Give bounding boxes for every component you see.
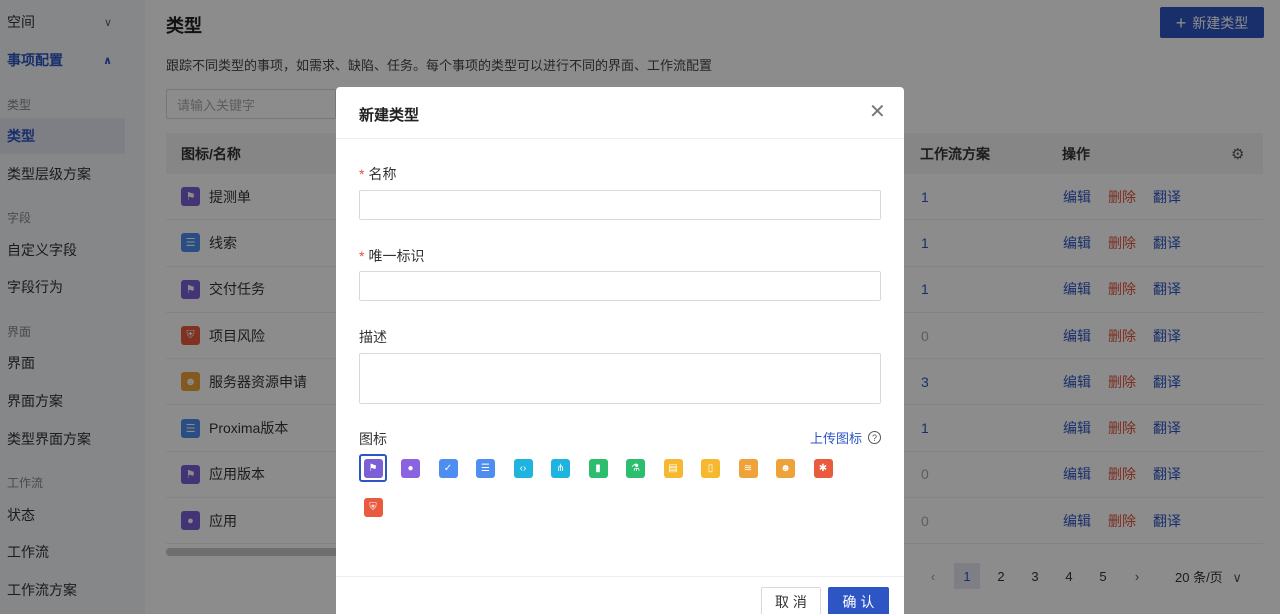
- icon-option[interactable]: ▮: [584, 454, 612, 482]
- upload-icon-link[interactable]: 上传图标 ?: [810, 428, 882, 447]
- modal-title: 新建类型: [359, 107, 420, 124]
- list-icon: ☰: [476, 458, 495, 478]
- icon-option[interactable]: ‹›: [509, 454, 537, 482]
- bug-icon: ✱: [813, 458, 833, 478]
- icon-option[interactable]: ●: [397, 454, 425, 482]
- close-icon[interactable]: ✕: [869, 102, 886, 122]
- flask-icon: ⚗: [626, 458, 645, 478]
- tree-icon: ⋔: [551, 458, 570, 478]
- upload-icon-label: 上传图标: [810, 431, 863, 446]
- required-mark: *: [359, 166, 365, 182]
- icon-option[interactable]: ⚗: [622, 454, 650, 482]
- flag-icon: ⚑: [363, 458, 383, 478]
- bookmark-icon: ▮: [588, 458, 608, 478]
- description-label: 描述: [359, 329, 387, 345]
- icon-option[interactable]: ☻: [772, 454, 800, 482]
- icon-option[interactable]: ⛨: [359, 493, 387, 521]
- icon-option[interactable]: ▯: [697, 454, 725, 482]
- icon-option[interactable]: ✱: [809, 454, 837, 482]
- description-field[interactable]: [359, 353, 881, 404]
- bulb-icon: ●: [401, 458, 420, 478]
- help-icon[interactable]: ?: [868, 431, 882, 444]
- person-icon: ☻: [776, 458, 795, 478]
- divider: [336, 576, 904, 577]
- layers-icon: ≋: [738, 458, 758, 478]
- confirm-button[interactable]: 确 认: [828, 587, 889, 614]
- check-icon: ✓: [438, 458, 458, 478]
- book-icon: ▤: [663, 458, 683, 478]
- key-label: * 唯一标识: [359, 248, 425, 264]
- icon-label: 图标: [359, 431, 387, 447]
- shield-icon: ⛨: [363, 497, 383, 517]
- icon-option[interactable]: ✓: [434, 454, 462, 482]
- key-field[interactable]: [359, 271, 881, 301]
- icon-option[interactable]: ⋔: [547, 454, 575, 482]
- icon-option[interactable]: ≋: [734, 454, 762, 482]
- new-type-modal: 新建类型 ✕ * 名称 * 唯一标识 描述 图标 上传图标 ? ⚑ ● ✓ ☰ ‹› ⋔ ▮ ⚗ ▤…: [336, 87, 904, 614]
- icon-option[interactable]: ▤: [659, 454, 687, 482]
- name-field[interactable]: [359, 190, 881, 220]
- document-icon: ▯: [701, 458, 720, 478]
- required-mark: *: [359, 248, 365, 264]
- code-icon: ‹›: [513, 458, 533, 478]
- icon-option[interactable]: ☰: [472, 454, 500, 482]
- divider: [336, 138, 904, 139]
- icon-option[interactable]: ⚑: [359, 454, 387, 482]
- name-label: * 名称: [359, 166, 397, 182]
- cancel-button[interactable]: 取 消: [761, 587, 821, 614]
